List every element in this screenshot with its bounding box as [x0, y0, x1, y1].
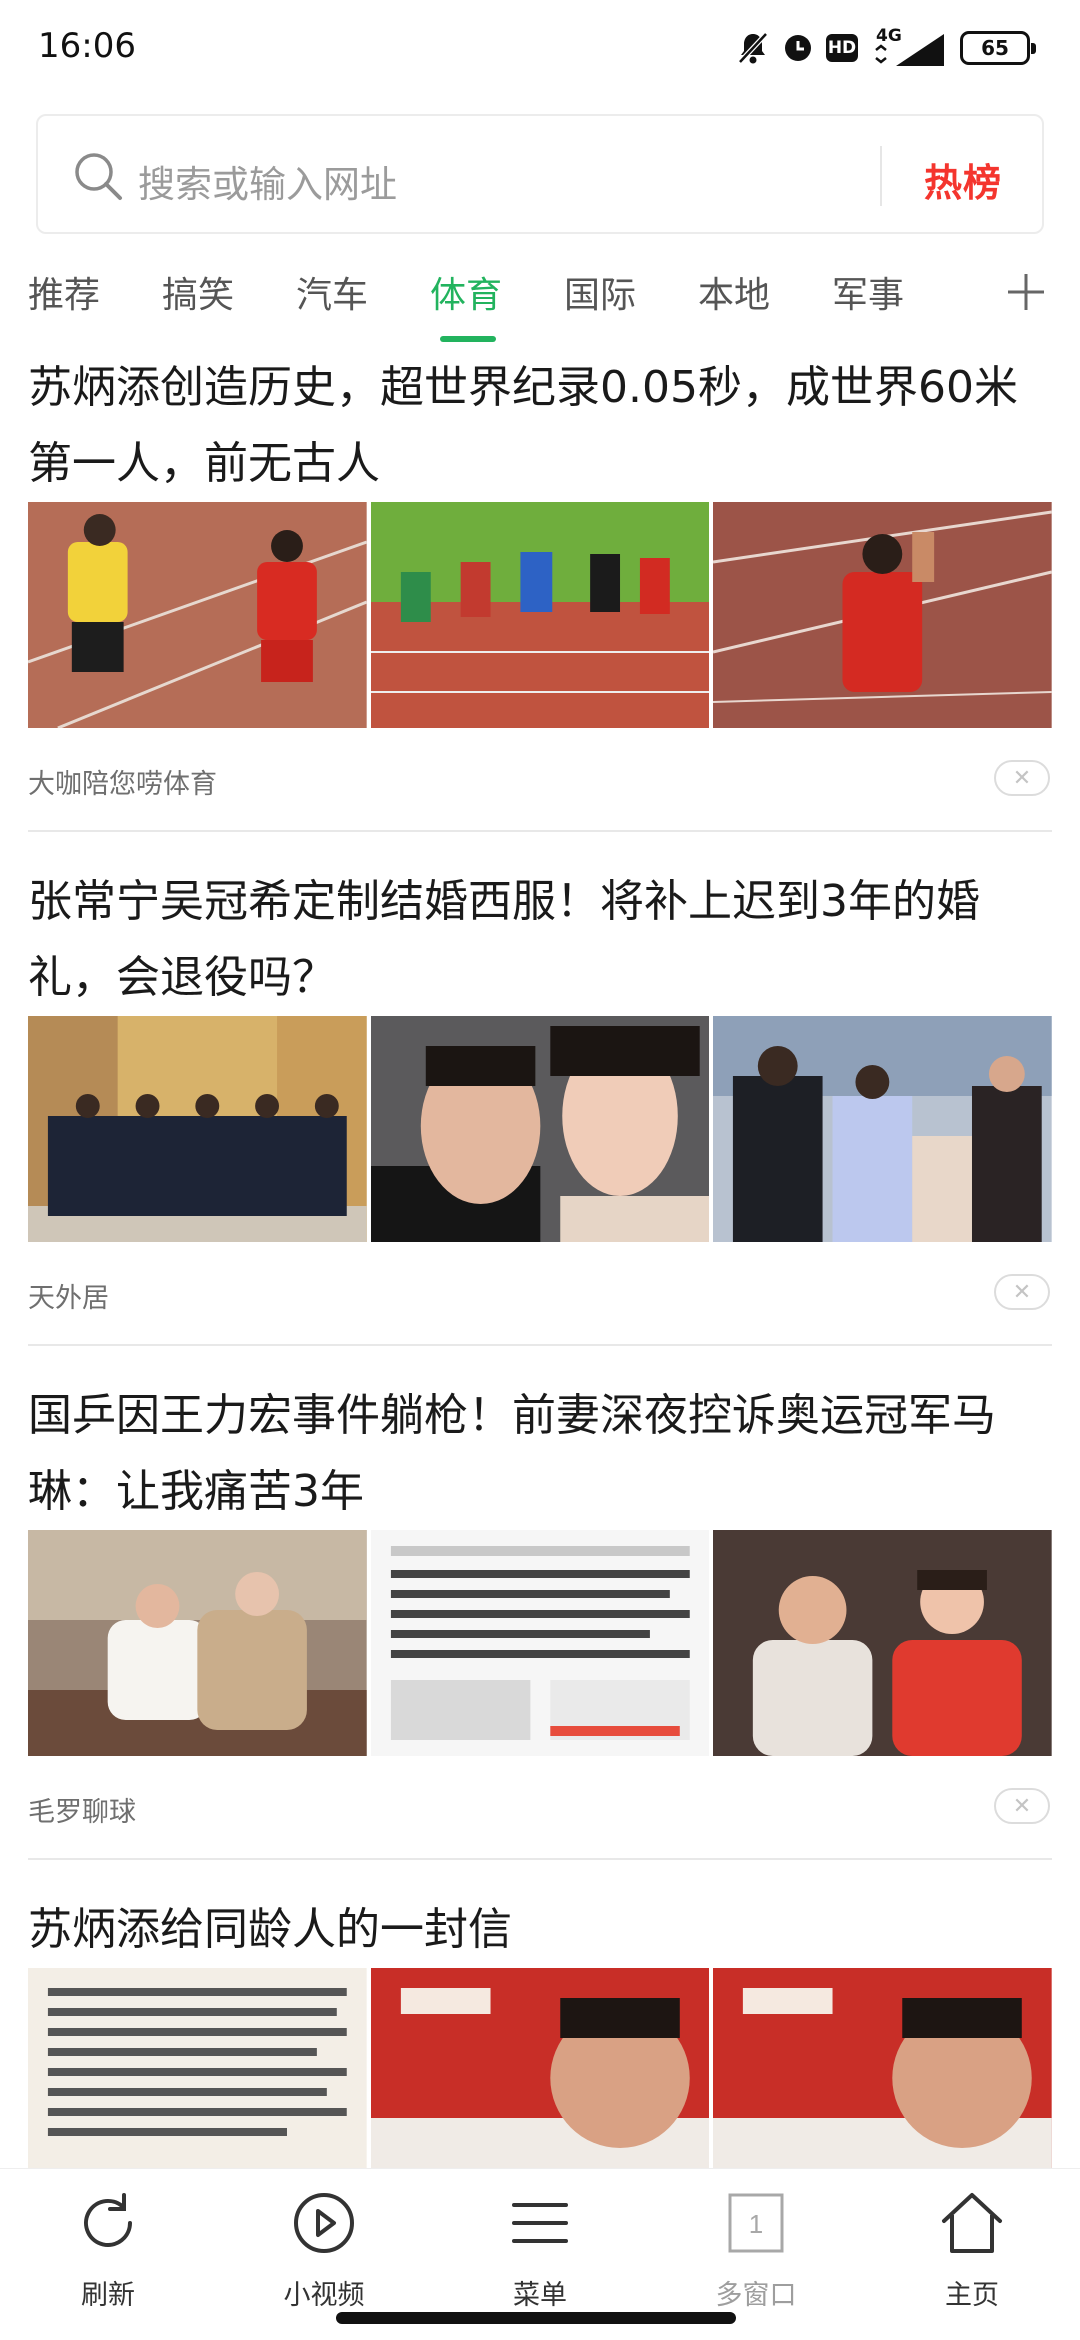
refresh-button[interactable]: 刷新 — [28, 2181, 188, 2311]
thumbnail-image[interactable] — [28, 1968, 367, 2194]
divider — [28, 1858, 1052, 1860]
nav-label: 刷新 — [81, 2280, 135, 2311]
tab-funny[interactable]: 搞笑 — [162, 266, 234, 318]
nav-label: 小视频 — [283, 2280, 365, 2311]
thumbnail-row — [28, 502, 1053, 728]
thumbnail-image[interactable] — [713, 1968, 1053, 2194]
tab-international[interactable]: 国际 — [564, 266, 636, 318]
tab-military[interactable]: 军事 — [832, 266, 904, 318]
search-bar[interactable]: 搜索或输入网址 热榜 — [36, 114, 1044, 234]
tab-cars[interactable]: 汽车 — [296, 266, 368, 318]
hot-list-button[interactable]: 热榜 — [924, 152, 1002, 207]
window-count: 1 — [749, 2209, 763, 2239]
article-source: 天外居 — [28, 1283, 109, 1314]
thumbnail-image[interactable] — [370, 502, 710, 728]
menu-icon — [512, 2203, 568, 2243]
alarm-icon — [782, 32, 814, 64]
nav-label: 主页 — [945, 2280, 999, 2311]
signal-icon: 4G — [870, 26, 948, 68]
add-channel-icon[interactable] — [1004, 270, 1048, 314]
thumbnail-row — [28, 1530, 1053, 1756]
tab-local[interactable]: 本地 — [698, 266, 770, 318]
close-icon: ✕ — [1012, 765, 1032, 791]
divider — [28, 1344, 1052, 1346]
close-icon: ✕ — [1012, 1279, 1032, 1305]
article-title[interactable]: 国乒因王力宏事件躺枪！前妻深夜控诉奥运冠军马琳：让我痛苦3年 — [28, 1378, 1058, 1530]
search-input[interactable]: 搜索或输入网址 — [138, 154, 397, 208]
short-video-button[interactable]: 小视频 — [244, 2181, 404, 2311]
thumbnail-image[interactable] — [370, 1968, 710, 2194]
thumbnail-image[interactable] — [370, 1016, 710, 1242]
article-title[interactable]: 苏炳添创造历史，超世界纪录0.05秒，成世界60米第一人，前无古人 — [28, 350, 1058, 502]
home-icon — [942, 2193, 1002, 2253]
play-circle-icon — [294, 2193, 354, 2253]
thumbnail-image[interactable] — [713, 502, 1053, 728]
article-title[interactable]: 苏炳添给同龄人的一封信 — [28, 1892, 1058, 1968]
status-icons: HD 4G 65 — [736, 26, 1036, 70]
thumbnail-row — [28, 1968, 1053, 2194]
tab-sports[interactable]: 体育 — [430, 266, 502, 318]
thumbnail-row — [28, 1016, 1053, 1242]
home-button[interactable]: 主页 — [892, 2181, 1052, 2311]
thumbnail-image[interactable] — [28, 1530, 367, 1756]
tab-recommend[interactable]: 推荐 — [28, 266, 100, 318]
battery-indicator: 65 — [960, 31, 1036, 65]
dismiss-button[interactable]: ✕ — [994, 1274, 1050, 1310]
thumbnail-image[interactable] — [370, 1530, 710, 1756]
status-bar: 16:06 HD 4G 65 — [0, 0, 1080, 96]
search-divider — [880, 146, 882, 206]
dismiss-button[interactable]: ✕ — [994, 1788, 1050, 1824]
window-count-icon: 1 — [728, 2193, 784, 2253]
channel-tabs: 推荐 搞笑 汽车 体育 国际 本地 军事 — [0, 250, 1080, 350]
close-icon: ✕ — [1012, 1793, 1032, 1819]
bell-muted-icon — [736, 30, 770, 66]
thumbnail-image[interactable] — [28, 1016, 367, 1242]
thumbnail-image[interactable] — [28, 502, 367, 728]
nav-label: 菜单 — [513, 2280, 567, 2311]
status-time: 16:06 — [38, 26, 136, 66]
search-icon — [75, 153, 122, 200]
home-indicator[interactable] — [336, 2312, 736, 2324]
article-source: 大咖陪您唠体育 — [28, 769, 217, 800]
article-title[interactable]: 张常宁吴冠希定制结婚西服！将补上迟到3年的婚礼，会退役吗？ — [28, 864, 1058, 1016]
menu-button[interactable]: 菜单 — [460, 2181, 620, 2311]
article-source: 毛罗聊球 — [28, 1797, 136, 1828]
dismiss-button[interactable]: ✕ — [994, 760, 1050, 796]
thumbnail-image[interactable] — [713, 1016, 1053, 1242]
refresh-icon — [84, 2193, 132, 2247]
divider — [28, 830, 1052, 832]
active-tab-indicator — [440, 336, 496, 342]
hd-badge: HD — [826, 34, 858, 62]
multi-window-button[interactable]: 1 多窗口 — [676, 2181, 836, 2311]
nav-label: 多窗口 — [715, 2280, 797, 2311]
thumbnail-image[interactable] — [713, 1530, 1053, 1756]
